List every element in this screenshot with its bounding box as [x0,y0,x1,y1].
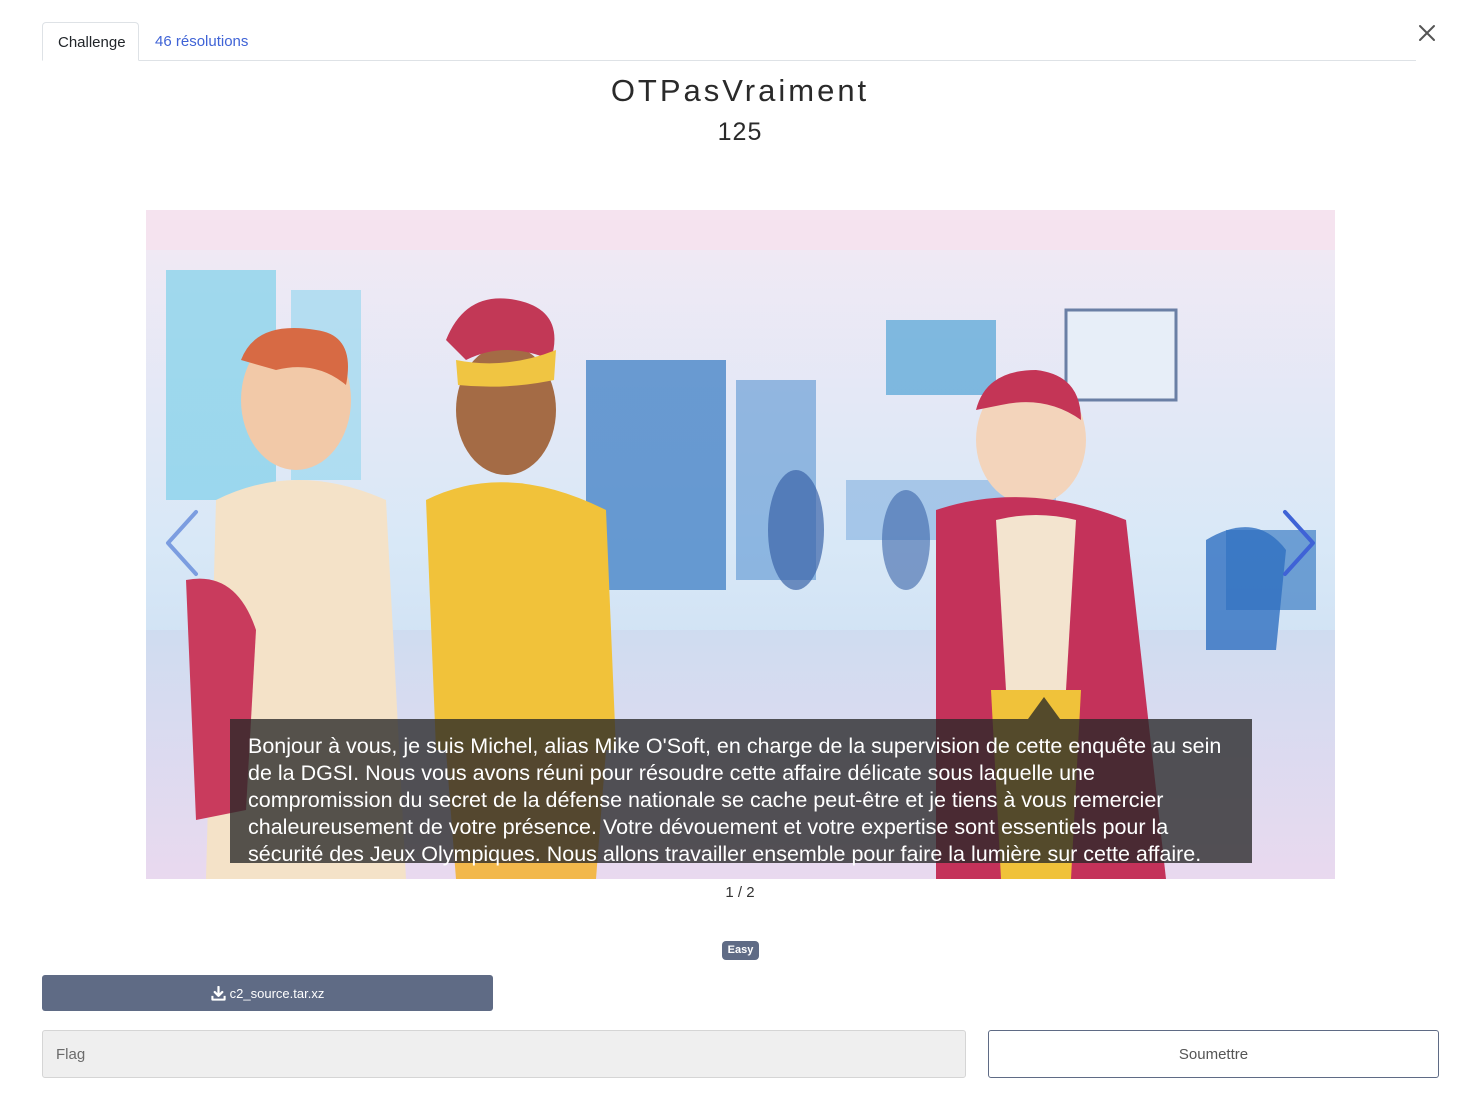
tab-solves[interactable]: 46 résolutions [140,22,263,60]
tab-challenge[interactable]: Challenge [42,22,139,61]
story-caption: Bonjour à vous, je suis Michel, alias Mi… [230,719,1252,866]
flag-input[interactable] [42,1030,966,1078]
challenge-tabs: Challenge 46 résolutions [42,22,1416,61]
carousel-next-button[interactable] [1279,508,1319,578]
submit-button[interactable]: Soumettre [988,1030,1439,1078]
story-carousel: Bonjour à vous, je suis Michel, alias Mi… [146,210,1335,879]
chevron-left-icon [166,510,198,576]
download-icon [211,985,226,1001]
slide-counter: 1 / 2 [725,884,755,901]
caption-pointer [1028,697,1060,719]
close-button[interactable] [1413,19,1441,47]
download-file-label: c2_source.tar.xz [229,985,325,1001]
carousel-prev-button[interactable] [162,508,202,578]
close-icon [1419,25,1435,41]
challenge-title: OTPasVraiment [610,73,870,108]
difficulty-badge: Easy [722,941,759,960]
chevron-right-icon [1283,510,1315,576]
challenge-modal: Challenge 46 résolutions OTPasVraiment 1… [0,0,1480,1099]
challenge-points: 125 [717,118,763,146]
download-file-button[interactable]: c2_source.tar.xz [42,975,493,1011]
